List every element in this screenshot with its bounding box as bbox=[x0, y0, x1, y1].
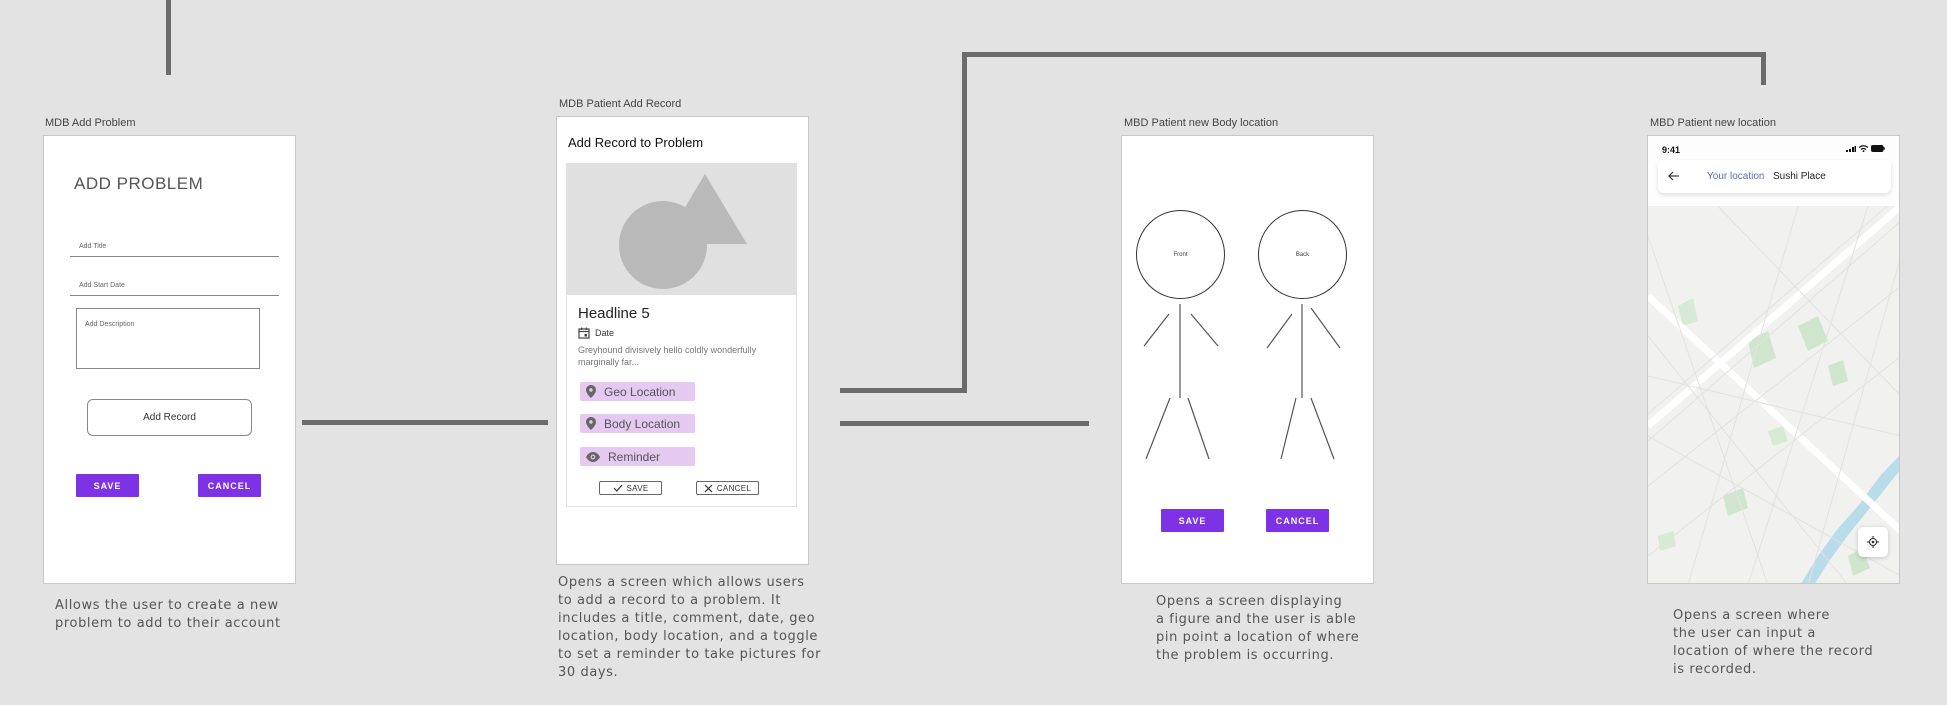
connector-record-to-location-h1 bbox=[840, 388, 967, 393]
media-placeholder-image bbox=[567, 164, 796, 295]
calendar-icon bbox=[578, 327, 590, 339]
connector-top-stub bbox=[166, 0, 171, 75]
add-record-button[interactable]: Add Record bbox=[87, 399, 252, 436]
new-location-screen: 9:41 Your location › Sushi Place bbox=[1647, 135, 1900, 584]
eye-icon bbox=[586, 451, 600, 462]
chip-label: Body Location bbox=[604, 416, 681, 431]
shapes-icon bbox=[619, 174, 747, 289]
body-text: Greyhound divisively hello coldly wonder… bbox=[578, 345, 757, 367]
save-label: SAVE bbox=[626, 483, 649, 493]
reminder-chip[interactable]: Reminder bbox=[580, 447, 695, 466]
wifi-icon bbox=[1859, 145, 1868, 152]
breadcrumb-destination[interactable]: Sushi Place bbox=[1773, 171, 1826, 182]
connector-record-to-body bbox=[840, 421, 1089, 426]
location-search-bar[interactable]: Your location › Sushi Place bbox=[1658, 160, 1891, 193]
save-button[interactable]: SAVE bbox=[599, 481, 662, 495]
title-field[interactable]: Add Title bbox=[70, 243, 279, 257]
date-row[interactable]: Date bbox=[578, 327, 614, 339]
frame-label-add-problem: MDB Add Problem bbox=[45, 117, 136, 129]
back-arrow-icon[interactable] bbox=[1668, 171, 1680, 181]
caption-add-record: Opens a screen which allows users to add… bbox=[558, 575, 822, 680]
body-location-screen: Front Back SAVE CANCEL bbox=[1121, 135, 1374, 584]
connector-record-to-location-v1 bbox=[962, 52, 967, 393]
frame-label-body-location: MBD Patient new Body location bbox=[1124, 117, 1279, 129]
stick-figures[interactable] bbox=[1122, 136, 1375, 585]
caption-body-location: Opens a screen displaying a figure and t… bbox=[1156, 594, 1360, 663]
caption-new-location: Opens a screen where the user can input … bbox=[1673, 608, 1874, 677]
chip-label: Geo Location bbox=[604, 384, 676, 399]
location-pin-icon bbox=[586, 417, 596, 430]
status-time: 9:41 bbox=[1662, 145, 1681, 155]
chip-label: Reminder bbox=[608, 449, 661, 464]
caption-add-problem: Allows the user to create a new problem … bbox=[55, 598, 281, 631]
map-view[interactable] bbox=[1648, 136, 1900, 584]
breadcrumb-separator: › bbox=[1761, 169, 1765, 183]
description-field[interactable]: Add Description bbox=[76, 308, 260, 369]
location-pin-icon bbox=[586, 385, 596, 398]
record-card: Headline 5 Date Greyhound divisively hel… bbox=[566, 163, 797, 507]
connector-record-to-location-v2 bbox=[1761, 52, 1766, 85]
my-location-button[interactable] bbox=[1858, 527, 1888, 557]
connector-record-to-location-h2 bbox=[962, 52, 1766, 57]
connector-problem-to-record bbox=[302, 420, 548, 425]
close-icon bbox=[704, 484, 713, 492]
page-title: ADD PROBLEM bbox=[74, 174, 204, 193]
start-date-field[interactable]: Add Start Date bbox=[70, 282, 279, 296]
frame-label-new-location: MBD Patient new location bbox=[1650, 117, 1776, 129]
body-location-chip[interactable]: Body Location bbox=[580, 414, 695, 433]
check-icon bbox=[613, 484, 622, 492]
cancel-label: CANCEL bbox=[716, 483, 752, 493]
headline: Headline 5 bbox=[578, 305, 650, 322]
save-button[interactable]: SAVE bbox=[76, 474, 139, 497]
date-label: Date bbox=[595, 328, 615, 338]
cancel-button[interactable]: CANCEL bbox=[1266, 509, 1329, 532]
signal-icon bbox=[1846, 146, 1856, 152]
frame-label-add-record: MDB Patient Add Record bbox=[559, 98, 682, 110]
geo-location-chip[interactable]: Geo Location bbox=[580, 382, 695, 401]
cancel-button[interactable]: CANCEL bbox=[198, 474, 261, 497]
cancel-button[interactable]: CANCEL bbox=[696, 481, 759, 495]
status-bar: 9:41 bbox=[1648, 136, 1899, 158]
dialog-title: Add Record to Problem bbox=[568, 135, 704, 150]
breadcrumb-origin[interactable]: Your location bbox=[1707, 171, 1764, 182]
save-button[interactable]: SAVE bbox=[1161, 509, 1224, 532]
add-problem-screen: ADD PROBLEM Add Title Add Start Date Add… bbox=[43, 135, 296, 584]
battery-icon bbox=[1871, 145, 1885, 152]
add-record-screen: Add Record to Problem Headline 5 Date Gr… bbox=[556, 116, 809, 565]
crosshair-icon bbox=[1867, 536, 1879, 548]
